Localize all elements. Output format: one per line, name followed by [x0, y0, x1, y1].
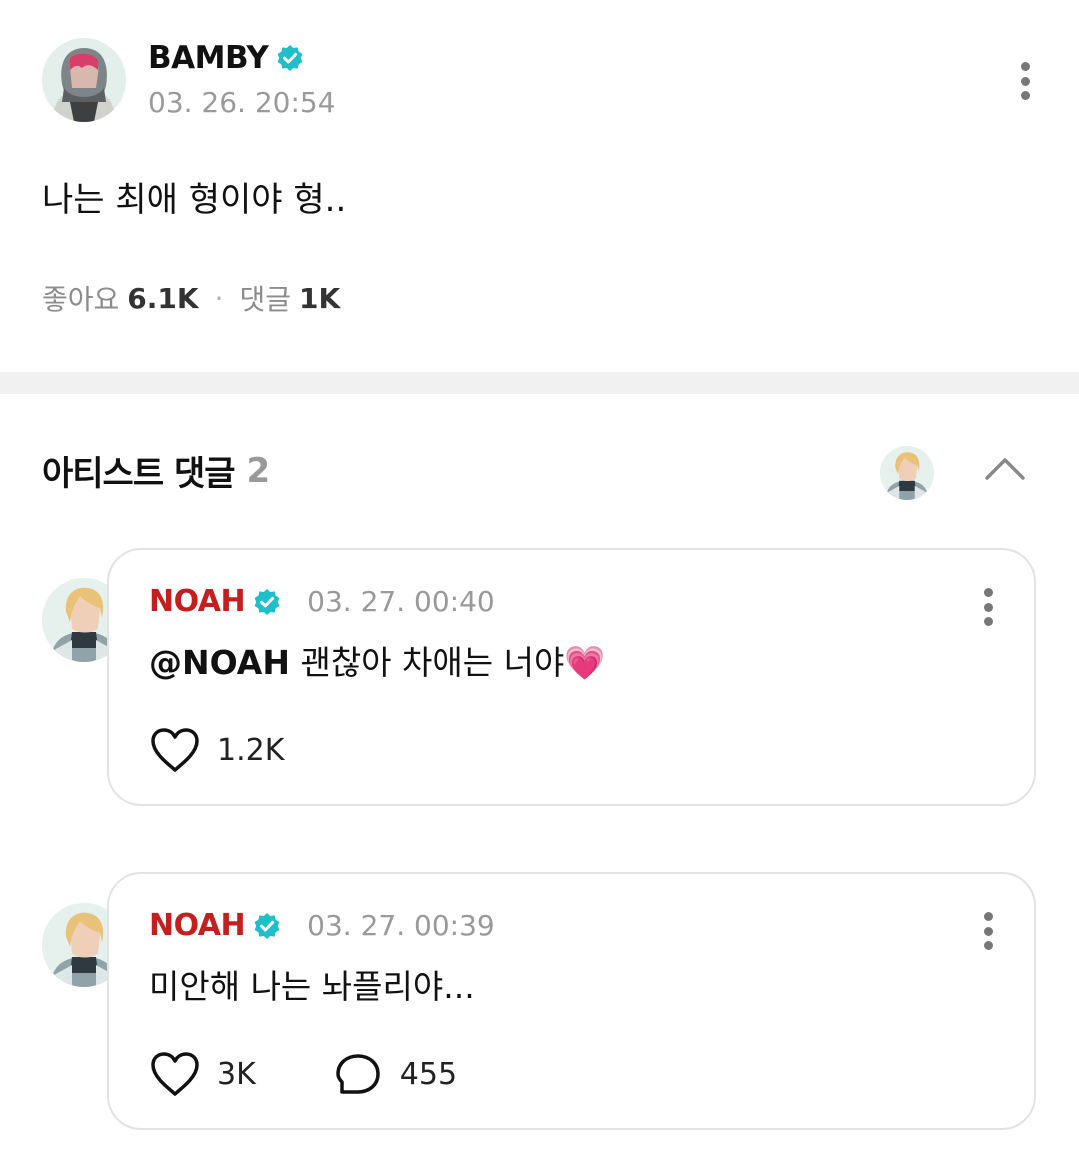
comment-author[interactable]: NOAH	[149, 584, 246, 619]
comments-count[interactable]: 1K	[299, 282, 340, 315]
likes-count[interactable]: 6.1K	[127, 282, 198, 315]
like-count: 1.2K	[217, 732, 285, 768]
comment-author[interactable]: NOAH	[149, 908, 246, 943]
comment-header: NOAH 03. 27. 00:39	[149, 908, 495, 943]
comment-actions: 1.2K	[149, 726, 360, 774]
comment-text: @NOAH 괜찮아 차애는 너야💗	[149, 636, 605, 684]
artist-comments-header: 아티스트 댓글 2	[42, 446, 270, 495]
like-button[interactable]: 3K	[149, 1050, 256, 1098]
comment-header: NOAH 03. 27. 00:40	[149, 584, 495, 619]
post: BAMBY 03. 26. 20:54 나는 최애 형이야 형.. 좋아요 6.…	[0, 0, 1079, 372]
comment-bubble-icon	[336, 1054, 380, 1094]
post-author-row: BAMBY	[148, 40, 304, 76]
verified-badge-icon	[254, 912, 280, 939]
post-more-icon[interactable]	[1010, 58, 1040, 104]
post-stats: 좋아요 6.1K · 댓글 1K	[42, 278, 340, 318]
stats-separator: ·	[214, 281, 224, 315]
comment-more-icon[interactable]	[973, 584, 1003, 630]
comments-label: 댓글	[239, 283, 292, 316]
mention-link[interactable]: @NOAH	[149, 643, 290, 682]
reply-count: 455	[399, 1056, 458, 1092]
comment-timestamp: 03. 27. 00:40	[307, 585, 495, 618]
section-title: 아티스트 댓글	[42, 454, 236, 494]
artist-comment-card: NOAH 03. 27. 00:39 미안해 나는 놔플리야... 3K 455	[107, 872, 1036, 1130]
section-count: 2	[246, 450, 271, 491]
chevron-up-icon[interactable]	[984, 454, 1026, 482]
comment-actions: 3K 455	[149, 1050, 533, 1098]
reply-button[interactable]: 455	[332, 1050, 457, 1098]
post-body: 나는 최애 형이야 형..	[42, 180, 347, 220]
likes-label: 좋아요	[42, 283, 120, 316]
verified-badge-icon	[277, 45, 303, 71]
heart-icon	[151, 728, 199, 772]
like-count: 3K	[217, 1056, 256, 1092]
comment-timestamp: 03. 27. 00:39	[307, 909, 495, 942]
verified-badge-icon	[254, 588, 280, 615]
section-divider	[0, 372, 1079, 394]
bamby-avatar[interactable]	[42, 38, 126, 122]
heart-emoji: 💗	[564, 643, 606, 682]
comment-body: 미안해 나는 놔플리야...	[149, 967, 475, 1006]
comment-body: 괜찮아 차애는 너야	[300, 643, 565, 682]
artist-comment-card: NOAH 03. 27. 00:40 @NOAH 괜찮아 차애는 너야💗 1.2…	[107, 548, 1036, 806]
post-author-name[interactable]: BAMBY	[148, 40, 269, 76]
heart-icon	[151, 1052, 199, 1096]
noah-avatar-small[interactable]	[880, 446, 934, 500]
comment-text: 미안해 나는 놔플리야...	[149, 960, 475, 1008]
comment-more-icon[interactable]	[973, 908, 1003, 954]
like-button[interactable]: 1.2K	[149, 726, 284, 774]
post-timestamp: 03. 26. 20:54	[148, 86, 336, 119]
